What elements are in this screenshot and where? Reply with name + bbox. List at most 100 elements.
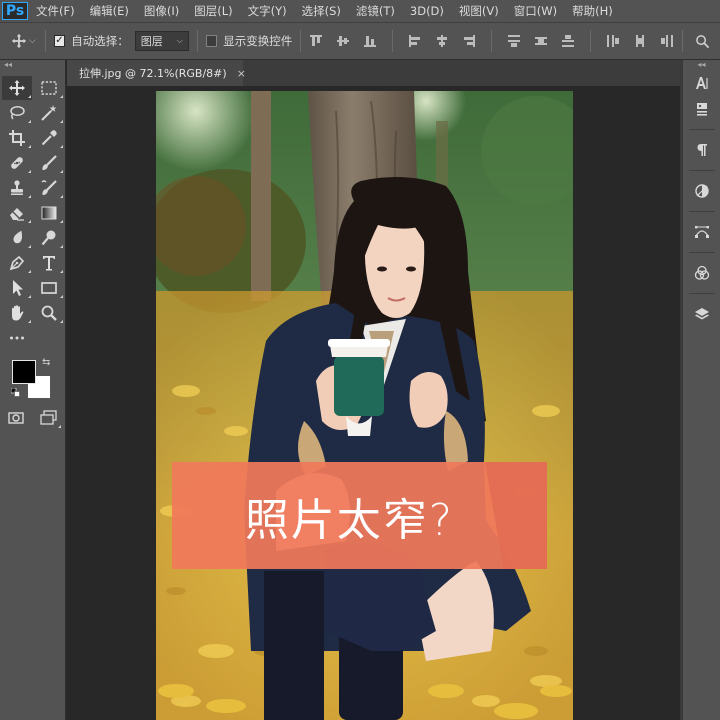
layers-panel-button[interactable]: [683, 301, 720, 327]
dodge-icon: [41, 230, 56, 246]
align-right-edges-icon[interactable]: [462, 34, 476, 48]
photo-girl-with-coffee: [156, 91, 573, 720]
collapse-toolbar-icon[interactable]: ◂◂: [0, 60, 65, 70]
quick-mask-button[interactable]: [6, 406, 26, 430]
rectangle-tool[interactable]: [34, 276, 64, 300]
history-brush-tool[interactable]: [34, 176, 64, 200]
menu-help[interactable]: 帮助(H): [564, 3, 620, 19]
more-tools-icon: [10, 336, 24, 340]
distribute-top-icon[interactable]: [507, 34, 521, 48]
canvas-area[interactable]: 照片太窄?: [67, 86, 680, 720]
paths-panel-button[interactable]: [683, 219, 720, 245]
document-tab[interactable]: 拉伸.jpg @ 72.1%(RGB/8#) ×: [67, 60, 246, 86]
swap-colors-icon[interactable]: ⇆: [42, 357, 50, 368]
document-tab-strip: 拉伸.jpg @ 72.1%(RGB/8#) ×: [67, 60, 680, 86]
distribute-vertical-centers-icon[interactable]: [534, 34, 548, 48]
gradient-tool[interactable]: [34, 201, 64, 225]
zoom-tool[interactable]: [34, 301, 64, 325]
edit-toolbar-button[interactable]: [2, 326, 32, 350]
path-selection-arrow-icon: [13, 280, 23, 296]
menu-image[interactable]: 图像(I): [136, 3, 186, 19]
align-bottom-edges-icon[interactable]: [363, 34, 377, 48]
menu-edit[interactable]: 编辑(E): [82, 3, 136, 19]
auto-select-checkbox[interactable]: [53, 35, 66, 47]
expand-panels-icon[interactable]: ◂◂: [683, 60, 720, 70]
magic-wand-tool[interactable]: [34, 101, 64, 125]
close-tab-icon[interactable]: ×: [237, 67, 246, 80]
menu-file[interactable]: 文件(F): [28, 3, 82, 19]
libraries-panel-button[interactable]: [683, 96, 720, 122]
blur-tool[interactable]: [2, 226, 32, 250]
pen-icon: [9, 255, 25, 271]
pen-tool[interactable]: [2, 251, 32, 275]
distribute-right-icon[interactable]: [660, 34, 674, 48]
menu-3d[interactable]: 3D(D): [402, 4, 451, 18]
divider: [44, 30, 46, 52]
adjustments-panel-button[interactable]: [683, 178, 720, 204]
character-panel-button[interactable]: [683, 70, 720, 96]
auto-select-target-dropdown[interactable]: 图层 ⌵: [134, 31, 189, 51]
lasso-tool[interactable]: [2, 101, 32, 125]
channels-panel-button[interactable]: [683, 260, 720, 286]
align-left-edges-icon[interactable]: [408, 34, 422, 48]
paths-icon: [694, 226, 709, 238]
align-horizontal-centers-icon[interactable]: [435, 34, 449, 48]
distribute-left-icon[interactable]: [606, 34, 620, 48]
align-top-edges-icon[interactable]: [309, 34, 323, 48]
menu-filter[interactable]: 滤镜(T): [348, 3, 402, 19]
menu-layer[interactable]: 图层(L): [186, 3, 239, 19]
auto-select-label: 自动选择：: [71, 34, 129, 48]
document-image[interactable]: 照片太窄?: [156, 91, 573, 720]
healing-brush-icon: [11, 157, 23, 169]
path-selection-tool[interactable]: [2, 276, 32, 300]
divider: [688, 293, 715, 294]
type-icon: [43, 256, 55, 271]
menu-window[interactable]: 窗口(W): [506, 3, 564, 19]
dodge-tool[interactable]: [34, 226, 64, 250]
show-transform-checkbox[interactable]: [205, 35, 218, 47]
menu-select[interactable]: 选择(S): [294, 3, 348, 19]
photoshop-logo: Ps: [2, 2, 28, 20]
character-icon: [695, 77, 708, 89]
crop-icon: [9, 130, 25, 146]
distribute-bottom-icon[interactable]: [561, 34, 575, 48]
hand-icon: [12, 305, 24, 321]
menu-bar: Ps 文件(F) 编辑(E) 图像(I) 图层(L) 文字(Y) 选择(S) 滤…: [0, 0, 720, 22]
align-buttons: [309, 30, 674, 52]
crop-tool[interactable]: [2, 126, 32, 150]
brush-tool[interactable]: [34, 151, 64, 175]
eraser-tool[interactable]: [2, 201, 32, 225]
divider: [688, 211, 715, 212]
hand-tool[interactable]: [2, 301, 32, 325]
divider: [688, 252, 715, 253]
menu-view[interactable]: 视图(V): [451, 3, 506, 19]
panel-dock: ◂◂: [683, 60, 720, 720]
divider: [491, 30, 493, 52]
marquee-tool[interactable]: [34, 76, 64, 100]
move-tool[interactable]: [2, 76, 32, 100]
type-tool[interactable]: [34, 251, 64, 275]
divider: [196, 30, 198, 52]
search-button[interactable]: [691, 29, 714, 53]
divider: [392, 30, 394, 52]
document-tab-title: 拉伸.jpg @ 72.1%(RGB/8#): [79, 67, 227, 80]
distribute-horizontal-centers-icon[interactable]: [633, 34, 647, 48]
text-overlay-banner: 照片太窄?: [172, 462, 547, 569]
paragraph-panel-button[interactable]: [683, 137, 720, 163]
menu-type[interactable]: 文字(Y): [240, 3, 294, 19]
move-tool-preset-button[interactable]: ⌵: [10, 27, 37, 55]
foreground-color-swatch[interactable]: [12, 360, 36, 384]
libraries-icon: [696, 103, 707, 116]
healing-brush-tool[interactable]: [2, 151, 32, 175]
clone-stamp-tool[interactable]: [2, 176, 32, 200]
eyedropper-tool[interactable]: [34, 126, 64, 150]
screen-mode-button[interactable]: [36, 406, 62, 430]
auto-select-target-value: 图层: [140, 35, 163, 48]
quick-mask-icon: [8, 412, 24, 424]
history-brush-icon: [41, 180, 57, 196]
align-vertical-centers-icon[interactable]: [336, 34, 350, 48]
default-colors-icon[interactable]: [11, 388, 20, 397]
banner-fold-shape: [485, 462, 547, 569]
blur-icon: [13, 230, 23, 244]
color-swatches: ⇆: [0, 354, 65, 402]
